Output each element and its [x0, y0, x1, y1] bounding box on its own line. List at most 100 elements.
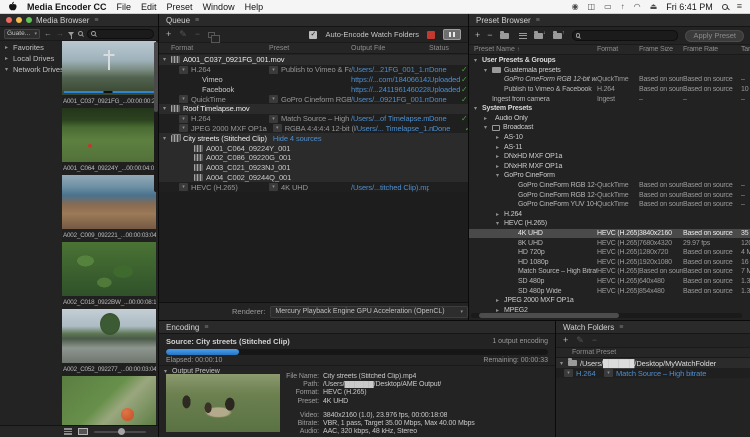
clip-thumbnail[interactable]: [62, 376, 156, 425]
media-search-box[interactable]: [87, 29, 154, 39]
forward-button[interactable]: →: [56, 29, 64, 38]
expander-icon[interactable]: ▸: [5, 55, 13, 62]
auto-encode-checkbox[interactable]: ✓: [309, 31, 317, 39]
preset-row[interactable]: ▸ DNxHD MXF OP1a: [469, 152, 750, 162]
queue-row[interactable]: ▾ A001_C037_0921FG_001.mov: [159, 55, 468, 65]
renderer-dropdown[interactable]: Mercury Playback Engine GPU Acceleration…: [270, 306, 468, 318]
menu-item[interactable]: Edit: [141, 2, 157, 12]
preset-label[interactable]: Publish to Vimeo & Face...: [281, 65, 351, 74]
preset-row[interactable]: ▸ DNxHR MXF OP1a: [469, 162, 750, 172]
preset-row[interactable]: Ingest from camera Ingest – – –: [469, 94, 750, 104]
duplicate-icon[interactable]: [208, 32, 215, 38]
menu-item[interactable]: Window: [203, 2, 235, 12]
preset-dropdown-icon[interactable]: [269, 66, 278, 74]
panel-menu-icon[interactable]: ≡: [204, 324, 208, 331]
preset-search-box[interactable]: [572, 30, 679, 41]
pause-queue-button[interactable]: [443, 29, 461, 40]
output-file-link[interactable]: https://...24119614602283: [351, 85, 429, 94]
preset-label[interactable]: Match Source – High bitr...: [281, 114, 351, 123]
preset-row[interactable]: SD 480p HEVC (H.265) 640x480 Based on so…: [469, 277, 750, 287]
messages-icon[interactable]: ◫: [588, 3, 596, 11]
menu-bar-clock[interactable]: Fri 6:41 PM: [666, 2, 713, 12]
expander-icon[interactable]: ▸: [496, 144, 504, 151]
expander-icon[interactable]: ▸: [484, 115, 492, 122]
format-dropdown-icon[interactable]: [179, 124, 188, 132]
delete-preset-button[interactable]: −: [487, 31, 492, 40]
edit-icon[interactable]: ✎: [576, 336, 584, 345]
watch-folder-row[interactable]: ▾ /Users/██████/Desktop/MyWatchFolder: [556, 358, 750, 368]
output-file-link[interactable]: /Users/...21FG_001_1.mp4: [351, 65, 429, 74]
expander-icon[interactable]: ▾: [496, 220, 504, 227]
expander-icon[interactable]: ▾: [163, 56, 171, 63]
panel-menu-icon[interactable]: ≡: [94, 17, 98, 24]
column-format[interactable]: Format: [556, 349, 596, 356]
preset-row[interactable]: Publish to Vimeo & Facebook H.264 Based …: [469, 85, 750, 95]
window-controls[interactable]: [6, 17, 32, 23]
queue-row[interactable]: ▾ Roof Timelapse.mov: [159, 104, 468, 114]
panel-menu-icon[interactable]: ≡: [619, 324, 623, 331]
preset-horizontal-scrollbar[interactable]: [471, 313, 742, 318]
preset-row[interactable]: ▸ AS-11: [469, 142, 750, 152]
column-frame-size[interactable]: Frame Size: [639, 46, 683, 53]
expander-icon[interactable]: ▾: [5, 66, 13, 73]
preset-row[interactable]: SD 480p Wide HEVC (H.265) 854x480 Based …: [469, 286, 750, 296]
preset-dropdown-icon[interactable]: [273, 124, 282, 132]
preset-row[interactable]: 4K UHD HEVC (H.265) 3840x2160 Based on s…: [469, 229, 750, 239]
encoding-tab[interactable]: Encoding ≡: [159, 321, 555, 334]
column-status[interactable]: Status: [429, 45, 461, 52]
queue-row[interactable]: A002_C086_09220G_001: [159, 153, 468, 163]
column-output-file[interactable]: Output File: [351, 45, 429, 52]
format-dropdown-icon[interactable]: [179, 66, 188, 74]
scrollbar-thumb[interactable]: [154, 42, 158, 112]
expander-icon[interactable]: ▾: [474, 105, 482, 112]
expander-icon[interactable]: ▸: [496, 134, 504, 141]
column-preset-name[interactable]: Preset Name ↑: [469, 46, 597, 53]
preset-row[interactable]: GoPro CineForm RGB 12-bit with alpha Qui…: [469, 181, 750, 191]
preset-dropdown-icon[interactable]: [269, 115, 278, 123]
preset-row[interactable]: ▾ Guatemala presets: [469, 66, 750, 76]
watch-folder-output-row[interactable]: H.264 Match Source – High bitrate: [556, 368, 750, 378]
output-file-link[interactable]: /Users/...titched Clip).mp4: [351, 183, 429, 192]
screen-record-icon[interactable]: ◉: [572, 3, 579, 11]
preset-row[interactable]: ▾ GoPro CineForm: [469, 171, 750, 181]
add-source-button[interactable]: +: [166, 30, 171, 39]
preset-row[interactable]: HD 720p HEVC (H.265) 1280x720 Based on s…: [469, 248, 750, 258]
expander-icon[interactable]: ▾: [560, 360, 568, 367]
panel-menu-icon[interactable]: ≡: [195, 17, 199, 24]
media-clip[interactable]: [62, 376, 156, 425]
media-search-input[interactable]: [99, 30, 150, 37]
edit-icon[interactable]: ✎: [179, 30, 187, 39]
queue-row[interactable]: A003_C021_0923NJ_001: [159, 163, 468, 173]
thumbnail-view-icon[interactable]: [78, 428, 88, 435]
preset-row[interactable]: GoPro CineForm RGB 12-bit with alpha (Al…: [469, 75, 750, 85]
watch-folders-tab[interactable]: Watch Folders ≡: [556, 321, 750, 334]
wifi-icon[interactable]: ◠: [634, 3, 641, 11]
export-presets-icon[interactable]: [553, 33, 562, 39]
media-clip[interactable]: A001_C064_09224Y_... 00:00:04:08: [62, 108, 156, 175]
expander-icon[interactable]: ▸: [496, 211, 504, 218]
queue-row[interactable]: JPEG 2000 MXF OP1a RGBA 4:4:4:4 12-bit (…: [159, 124, 468, 134]
output-file-link[interactable]: https://...com/184066142: [351, 75, 429, 84]
minimize-window-button[interactable]: [16, 17, 22, 23]
expander-icon[interactable]: ▸: [496, 163, 504, 170]
menu-item[interactable]: File: [117, 2, 132, 12]
close-window-button[interactable]: [6, 17, 12, 23]
eject-icon[interactable]: ⏏: [650, 3, 658, 11]
output-file-link[interactable]: /Users/... Timelapse_1.mxf: [355, 124, 433, 133]
expander-icon[interactable]: ▾: [484, 67, 492, 74]
preset-row[interactable]: 8K UHD HEVC (H.265) 7680x4320 29.97 fps …: [469, 238, 750, 248]
format-dropdown-icon[interactable]: [179, 115, 188, 123]
preset-row[interactable]: ▸ H.264: [469, 210, 750, 220]
column-frame-rate[interactable]: Frame Rate: [683, 46, 741, 53]
preset-row[interactable]: ▾ Broadcast: [469, 123, 750, 133]
preset-label[interactable]: RGBA 4:4:4:4 12-bit (BC...: [285, 124, 355, 133]
queue-row[interactable]: H.264 Match Source – High bitr... /Users…: [159, 114, 468, 124]
expander-icon[interactable]: ▾: [496, 172, 504, 179]
preset-row[interactable]: ▸ AS-10: [469, 133, 750, 143]
add-watch-folder-button[interactable]: +: [563, 336, 568, 345]
preset-settings-icon[interactable]: [519, 33, 527, 39]
output-file-link[interactable]: /Users/...0921FG_001.mov: [351, 95, 429, 104]
queue-row[interactable]: A001_C064_09224Y_001: [159, 143, 468, 153]
expander-icon[interactable]: ▾: [163, 135, 171, 142]
preset-row[interactable]: HD 1080p HEVC (H.265) 1920x1080 Based on…: [469, 257, 750, 267]
